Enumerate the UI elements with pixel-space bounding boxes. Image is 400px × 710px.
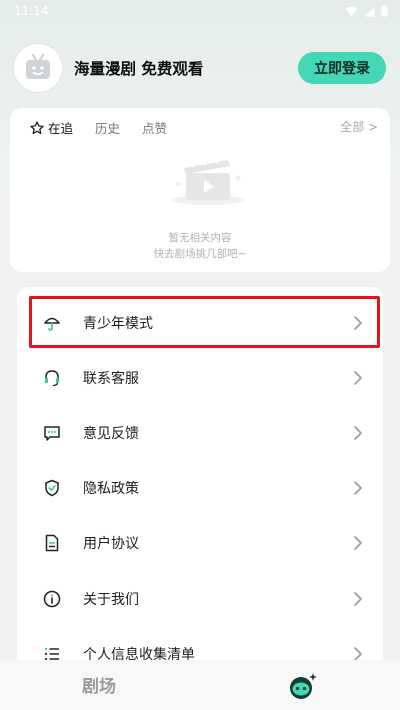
menu-item-label: 意见反馈: [83, 426, 139, 442]
view-all-link[interactable]: 全部 >: [340, 118, 378, 135]
status-time: 11:14: [14, 4, 49, 18]
menu-item-user-agreement[interactable]: 用户协议: [17, 515, 383, 571]
empty-state-text: 暂无相关内容: [168, 232, 232, 244]
nav-tab-mine[interactable]: [287, 668, 323, 704]
tab-likes-label: 点赞: [142, 121, 168, 136]
wifi-icon: [345, 6, 358, 16]
info-icon: [43, 590, 61, 608]
chevron-right-icon: [354, 592, 362, 606]
chevron-right-icon: [354, 426, 362, 440]
tv-robot-icon: [26, 53, 50, 79]
history-tabs: 在追 历史 点赞: [30, 118, 189, 137]
nav-tab-theater[interactable]: 剧场: [82, 672, 116, 697]
menu-item-label: 隐私政策: [83, 481, 139, 497]
menu-item-privacy-policy[interactable]: 隐私政策: [17, 460, 383, 516]
history-card: 在追 历史 点赞 全部 > 暂无相关内容 快去剧场挑几部吧~: [10, 108, 390, 272]
tab-likes[interactable]: 点赞: [142, 118, 167, 137]
headset-icon: [43, 369, 61, 387]
menu-item-teen-mode[interactable]: 青少年模式: [17, 295, 383, 351]
menu-item-label: 联系客服: [83, 371, 139, 387]
profile-header: 海量漫剧 免费观看 立即登录: [14, 44, 386, 92]
login-button[interactable]: 立即登录: [298, 52, 386, 84]
menu-item-customer-service[interactable]: 联系客服: [17, 350, 383, 406]
status-bar: 11:14: [0, 0, 400, 22]
empty-state-hint: 快去剧场挑几部吧~: [153, 248, 247, 260]
umbrella-icon: [43, 314, 61, 332]
avatar[interactable]: [14, 44, 62, 92]
chevron-right-icon: [354, 371, 362, 385]
mascot-icon: [290, 673, 317, 699]
tab-following-label: 在追: [48, 121, 74, 136]
tab-following[interactable]: 在追: [30, 118, 73, 137]
chat-icon: [43, 424, 61, 442]
bottom-nav: 剧场: [0, 660, 400, 710]
status-icons: [345, 5, 388, 17]
header-title: 海量漫剧 免费观看: [74, 60, 204, 78]
chevron-right-icon: [354, 647, 362, 661]
chevron-right-icon: [354, 481, 362, 495]
settings-menu: 青少年模式 联系客服 意见反馈 隐私政策 用户协议 关于我们 个人信息收集清单: [17, 287, 383, 710]
shield-icon: [43, 479, 61, 497]
star-icon: [30, 120, 44, 135]
menu-item-feedback[interactable]: 意见反馈: [17, 405, 383, 461]
battery-icon: [381, 5, 388, 17]
empty-clapperboard-icon: [172, 157, 244, 205]
chevron-right-icon: [354, 316, 362, 330]
menu-item-about-us[interactable]: 关于我们: [17, 571, 383, 627]
chevron-right-icon: [354, 536, 362, 550]
tab-history[interactable]: 历史: [95, 118, 120, 137]
signal-icon: [364, 6, 375, 16]
tab-history-label: 历史: [95, 121, 121, 136]
document-icon: [43, 534, 61, 552]
menu-item-label: 青少年模式: [83, 316, 153, 332]
menu-item-label: 用户协议: [83, 536, 139, 552]
menu-item-label: 关于我们: [83, 592, 139, 608]
